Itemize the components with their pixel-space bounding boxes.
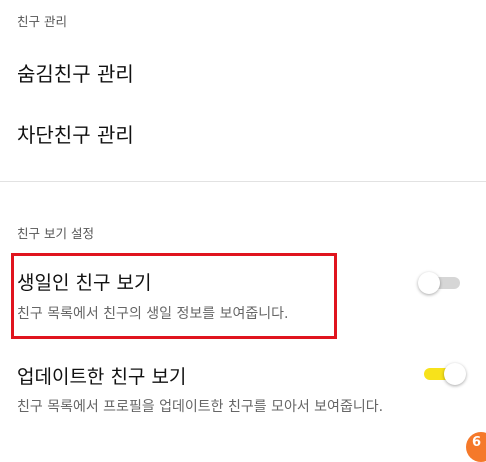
birthday-friends-description: 친구 목록에서 친구의 생일 정보를 보여줍니다. <box>17 306 289 322</box>
updated-friends-toggle[interactable] <box>422 363 466 385</box>
friend-management-header: 친구 관리 <box>17 14 67 29</box>
hidden-friends-menu-item[interactable]: 숨김친구 관리 <box>17 58 134 87</box>
toggle-knob <box>444 363 466 385</box>
section-divider <box>0 181 486 182</box>
toggle-knob <box>418 272 440 294</box>
friend-view-settings-header: 친구 보기 설정 <box>17 226 94 241</box>
badge-glyph: 6 <box>472 435 482 450</box>
updated-friends-title[interactable]: 업데이트한 친구 보기 <box>17 362 186 389</box>
birthday-friends-toggle[interactable] <box>418 272 462 294</box>
blocked-friends-menu-item[interactable]: 차단친구 관리 <box>17 119 134 148</box>
birthday-friends-title[interactable]: 생일인 친구 보기 <box>17 268 151 295</box>
floating-badge-icon[interactable]: 6 <box>466 432 486 462</box>
highlight-box <box>11 253 337 339</box>
updated-friends-description: 친구 목록에서 프로필을 업데이트한 친구를 모아서 보여줍니다. <box>17 399 384 415</box>
